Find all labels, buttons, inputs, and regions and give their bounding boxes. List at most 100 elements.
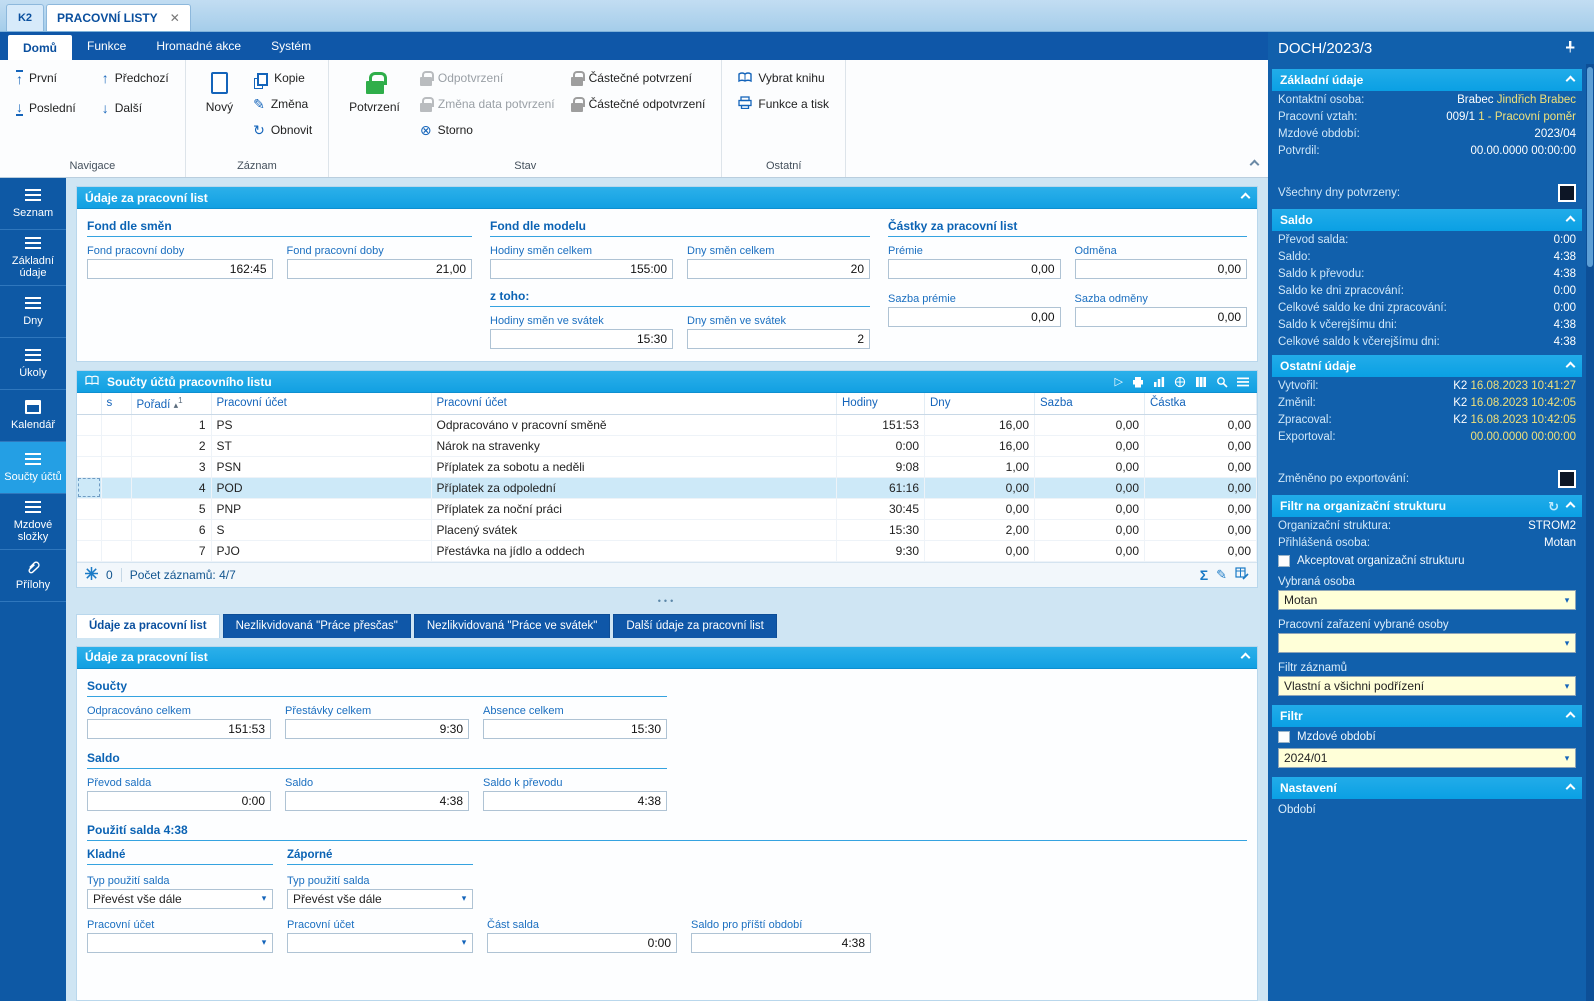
saldo-input[interactable]: 4:38 — [285, 791, 469, 811]
chevron-down-icon[interactable]: ▾ — [456, 893, 472, 904]
cell-dny[interactable]: 16,00 — [925, 414, 1035, 435]
chevron-down-icon[interactable]: ▾ — [1559, 638, 1575, 649]
saldo-k-prevodu-input[interactable]: 4:38 — [483, 791, 667, 811]
cell-sazba[interactable]: 0,00 — [1035, 498, 1145, 519]
sidebar-item-kalendar[interactable]: Kalendář — [0, 390, 66, 442]
cell-sazba[interactable]: 0,00 — [1035, 456, 1145, 477]
cast-salda-input[interactable]: 0:00 — [487, 933, 677, 953]
chevron-down-icon[interactable]: ▾ — [1559, 595, 1575, 606]
header-pracovni-ucet-kod[interactable]: Pracovní účet — [211, 393, 431, 414]
vsechny-dny-potvrzeny-checkbox[interactable] — [1558, 184, 1576, 202]
cell-castka[interactable]: 0,00 — [1145, 477, 1257, 498]
typ-pouziti-salda-kladne-combo[interactable]: Převést vše dále ▾ — [87, 889, 273, 909]
cell-s[interactable] — [101, 540, 131, 561]
copy-button[interactable]: Kopie — [247, 66, 318, 90]
row-select-cell[interactable] — [77, 435, 101, 456]
section-header[interactable]: Filtr — [1272, 705, 1582, 727]
sidebar-item-seznam[interactable]: Seznam — [0, 178, 66, 230]
cell-nazev[interactable]: Příplatek za sobotu a neděli — [431, 456, 837, 477]
row-select-cell[interactable] — [77, 414, 101, 435]
cell-hodiny[interactable]: 9:30 — [837, 540, 925, 561]
dny-smen-celkem-input[interactable]: 20 — [687, 259, 870, 279]
freeze-icon[interactable] — [85, 567, 98, 583]
cell-s[interactable] — [101, 477, 131, 498]
next-button[interactable]: ↓ Další — [96, 96, 175, 120]
tab-udaje-za-pracovni-list[interactable]: Údaje za pracovní list — [76, 614, 220, 638]
absence-celkem-input[interactable]: 15:30 — [483, 719, 667, 739]
cell-sazba[interactable]: 0,00 — [1035, 435, 1145, 456]
cell-nazev[interactable]: Nárok na stravenky — [431, 435, 837, 456]
fond-pracovni-doby-dny-input[interactable]: 21,00 — [287, 259, 473, 279]
cell-kod[interactable]: ST — [211, 435, 431, 456]
hodiny-smen-celkem-input[interactable]: 155:00 — [490, 259, 673, 279]
typ-pouziti-salda-zaporne-combo[interactable]: Převést vše dále ▾ — [287, 889, 473, 909]
cell-dny[interactable]: 1,00 — [925, 456, 1035, 477]
row-select-cell[interactable] — [77, 477, 101, 498]
collapse-chevron-icon[interactable] — [1566, 501, 1576, 511]
cell-s[interactable] — [101, 435, 131, 456]
cell-kod[interactable]: PNP — [211, 498, 431, 519]
header-poradi[interactable]: Pořadí ▴1 — [131, 393, 211, 414]
refresh-icon[interactable]: ↻ — [1548, 500, 1559, 513]
value-link[interactable]: 00.00.0000 00:00:00 — [1470, 431, 1576, 443]
cell-kod[interactable]: S — [211, 519, 431, 540]
collapse-chevron-icon[interactable] — [1241, 652, 1251, 662]
cell-castka[interactable]: 0,00 — [1145, 498, 1257, 519]
mzdove-obdobi-combo[interactable]: 2024/01 ▾ — [1278, 748, 1576, 768]
chart-icon[interactable] — [1153, 376, 1165, 388]
table-row[interactable]: 3 PSN Příplatek za sobotu a neděli 9:08 … — [77, 456, 1257, 477]
value-link[interactable]: 16.08.2023 10:42:05 — [1470, 414, 1576, 426]
sidebar-item-ukoly[interactable]: Úkoly — [0, 338, 66, 390]
sidebar-item-prilohy[interactable]: Přílohy — [0, 550, 66, 602]
mzdove-obdobi-checkbox[interactable] — [1278, 731, 1290, 743]
right-panel-scrollbar[interactable] — [1586, 64, 1594, 1001]
value-link[interactable]: Jindřich Brabec — [1497, 94, 1576, 106]
header-select[interactable] — [77, 393, 101, 414]
chevron-down-icon[interactable]: ▾ — [1559, 681, 1575, 692]
first-button[interactable]: ↑ První — [10, 66, 82, 90]
cell-sazba[interactable]: 0,00 — [1035, 540, 1145, 561]
cell-castka[interactable]: 0,00 — [1145, 456, 1257, 477]
odpracovano-celkem-input[interactable]: 151:53 — [87, 719, 271, 739]
cell-dny[interactable]: 0,00 — [925, 498, 1035, 519]
print-icon[interactable] — [1132, 376, 1144, 388]
cell-nazev[interactable]: Placený svátek — [431, 519, 837, 540]
value-link[interactable]: 16.08.2023 10:41:27 — [1470, 380, 1576, 392]
menu-hromadne-akce[interactable]: Hromadné akce — [141, 32, 256, 60]
sidebar-item-soucty-uctu[interactable]: Součty účtů — [0, 442, 66, 494]
akceptovat-org-strukturu-checkbox[interactable] — [1278, 555, 1290, 567]
collapse-chevron-icon[interactable] — [1566, 711, 1576, 721]
menu-system[interactable]: Systém — [256, 32, 326, 60]
cell-kod[interactable]: PS — [211, 414, 431, 435]
cell-hodiny[interactable]: 9:08 — [837, 456, 925, 477]
cell-dny[interactable]: 0,00 — [925, 540, 1035, 561]
select-book-button[interactable]: Vybrat knihu — [732, 66, 835, 90]
header-sazba[interactable]: Sazba — [1035, 393, 1145, 414]
prevod-salda-input[interactable]: 0:00 — [87, 791, 271, 811]
hodiny-smen-ve-svatek-input[interactable]: 15:30 — [490, 329, 673, 349]
cell-poradi[interactable]: 7 — [131, 540, 211, 561]
cell-nazev[interactable]: Příplatek za noční práci — [431, 498, 837, 519]
ribbon-collapse-button[interactable] — [1251, 157, 1258, 171]
cell-sazba[interactable]: 0,00 — [1035, 414, 1145, 435]
cell-sazba[interactable]: 0,00 — [1035, 519, 1145, 540]
cell-hodiny[interactable]: 61:16 — [837, 477, 925, 498]
header-dny[interactable]: Dny — [925, 393, 1035, 414]
search-icon[interactable] — [1216, 376, 1228, 388]
section-header[interactable]: Ostatní údaje — [1272, 355, 1582, 377]
functions-print-button[interactable]: Funkce a tisk — [732, 92, 835, 116]
cell-castka[interactable]: 0,00 — [1145, 435, 1257, 456]
cell-sazba[interactable]: 0,00 — [1035, 477, 1145, 498]
cell-castka[interactable]: 0,00 — [1145, 540, 1257, 561]
run-icon[interactable]: ▷ — [1115, 375, 1123, 388]
section-header[interactable]: Nastavení — [1272, 777, 1582, 799]
cell-kod[interactable]: POD — [211, 477, 431, 498]
cell-hodiny[interactable]: 30:45 — [837, 498, 925, 519]
cell-nazev[interactable]: Přestávka na jídlo a oddech — [431, 540, 837, 561]
table-row[interactable]: 7 PJO Přestávka na jídlo a oddech 9:30 0… — [77, 540, 1257, 561]
section-header[interactable]: Filtr na organizační strukturu ↻ — [1272, 495, 1582, 517]
row-select-cell[interactable] — [77, 456, 101, 477]
cell-poradi[interactable]: 3 — [131, 456, 211, 477]
confirm-button[interactable]: Potvrzení — [339, 66, 410, 114]
window-tab-pracovni-listy[interactable]: PRACOVNÍ LISTY ✕ — [46, 4, 191, 31]
